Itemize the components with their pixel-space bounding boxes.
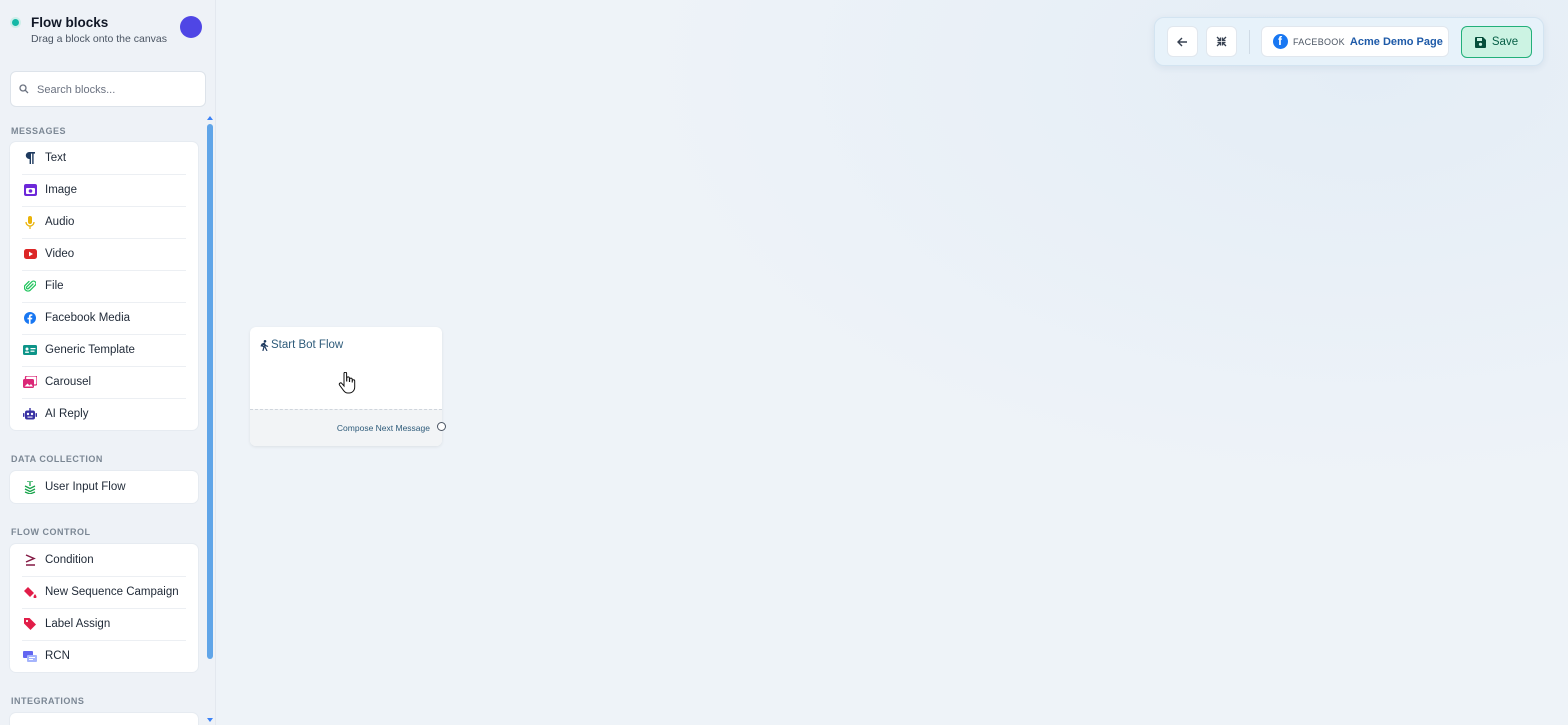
back-button[interactable]	[1167, 26, 1198, 57]
block-item-ai-reply[interactable]: AI Reply	[10, 398, 186, 430]
compress-icon	[1216, 36, 1227, 47]
block-label: Video	[45, 248, 75, 260]
sidebar-header: Flow blocks Drag a block onto the canvas	[0, 0, 215, 60]
scroll-down-arrow-icon[interactable]	[207, 718, 213, 722]
search-icon	[19, 84, 29, 94]
image-icon	[23, 183, 37, 197]
block-item-user-input-flow[interactable]: User Input Flow	[10, 471, 186, 503]
id-card-icon	[23, 343, 37, 357]
block-item-facebook-media[interactable]: Facebook Media	[10, 302, 186, 334]
block-search	[10, 71, 206, 108]
section-label-integrations: INTEGRATIONS	[11, 696, 85, 706]
canvas-toolbar: f FACEBOOK Acme Demo Page Save	[1154, 17, 1544, 66]
sidebar-subtitle: Drag a block onto the canvas	[31, 33, 167, 45]
block-label: Facebook Media	[45, 312, 131, 324]
facebook-icon	[23, 311, 37, 325]
block-label: File	[45, 280, 64, 292]
flow-control-card: Condition New Sequence Campaign Label As…	[10, 544, 198, 672]
node-header: Start Bot Flow	[260, 339, 343, 351]
section-label-data-collection: DATA COLLECTION	[11, 454, 103, 464]
avatar[interactable]	[180, 16, 202, 38]
block-label: RCN	[45, 650, 70, 662]
block-label: AI Reply	[45, 408, 89, 420]
collapse-button[interactable]	[1206, 26, 1237, 57]
block-item-file[interactable]: File	[10, 270, 186, 302]
toolbar-divider	[1249, 30, 1250, 54]
facebook-icon: f	[1273, 34, 1288, 49]
status-dot	[12, 19, 19, 26]
sidebar-scrollbar[interactable]	[207, 116, 213, 725]
sidebar-title: Flow blocks	[31, 15, 109, 30]
block-label: Condition	[45, 554, 94, 566]
youtube-icon	[23, 247, 37, 261]
robot-icon	[23, 407, 37, 421]
flow-builder-app: Flow blocks Drag a block onto the canvas…	[0, 0, 1568, 725]
paint-bucket-icon	[23, 585, 37, 599]
node-output-port[interactable]	[437, 422, 446, 431]
node-title: Start Bot Flow	[271, 339, 344, 351]
section-label-flow-control: FLOW CONTROL	[11, 527, 91, 537]
floppy-disk-icon	[1474, 36, 1486, 48]
page-selector[interactable]: f FACEBOOK Acme Demo Page	[1261, 26, 1449, 57]
block-label: New Sequence Campaign	[45, 586, 179, 598]
hand-cursor-icon	[338, 372, 356, 394]
scroll-up-arrow-icon[interactable]	[207, 116, 213, 120]
greater-equal-icon	[23, 553, 37, 567]
block-item-generic-template[interactable]: Generic Template	[10, 334, 186, 366]
paperclip-icon	[23, 279, 37, 293]
block-label: Generic Template	[45, 344, 135, 356]
block-label: Label Assign	[45, 618, 111, 630]
block-label: Carousel	[45, 376, 92, 388]
microphone-icon	[23, 215, 37, 229]
block-item-audio[interactable]: Audio	[10, 206, 186, 238]
walking-icon	[260, 339, 269, 351]
save-label: Save	[1491, 36, 1519, 48]
block-item-rcn[interactable]: RCN	[10, 640, 186, 672]
block-label: User Input Flow	[45, 481, 126, 493]
integrations-card	[10, 713, 198, 725]
platform-label: FACEBOOK	[1293, 36, 1345, 47]
block-item-carousel[interactable]: Carousel	[10, 366, 186, 398]
block-item-image[interactable]: Image	[10, 174, 186, 206]
tags-icon	[23, 617, 37, 631]
messages-card: Text Image Audio Video File Facebook Med…	[10, 142, 198, 430]
node-output-label: Compose Next Message	[336, 423, 430, 433]
images-icon	[23, 375, 37, 389]
node-footer: Compose Next Message	[250, 409, 442, 446]
paragraph-icon	[23, 151, 37, 165]
page-name: Acme Demo Page	[1349, 35, 1443, 48]
block-item-video[interactable]: Video	[10, 238, 186, 270]
block-item-new-sequence-campaign[interactable]: New Sequence Campaign	[10, 576, 186, 608]
rcn-icon	[23, 649, 37, 663]
search-input[interactable]	[35, 72, 204, 108]
data-collection-card: User Input Flow	[10, 471, 198, 503]
block-label: Audio	[45, 216, 75, 228]
block-label: Image	[45, 184, 77, 196]
block-item-condition[interactable]: Condition	[10, 544, 186, 576]
arrow-left-icon	[1177, 37, 1187, 46]
block-item-text[interactable]: Text	[10, 142, 186, 174]
scrollbar-thumb[interactable]	[207, 124, 213, 659]
section-label-messages: MESSAGES	[11, 126, 67, 136]
blocks-list: MESSAGES Text Image Audio Video File Fac…	[0, 116, 215, 725]
save-button[interactable]: Save	[1461, 26, 1532, 58]
layer-group-icon	[23, 480, 37, 494]
blocks-sidebar: Flow blocks Drag a block onto the canvas…	[0, 0, 216, 725]
block-item-label-assign[interactable]: Label Assign	[10, 608, 186, 640]
block-label: Text	[45, 152, 67, 164]
